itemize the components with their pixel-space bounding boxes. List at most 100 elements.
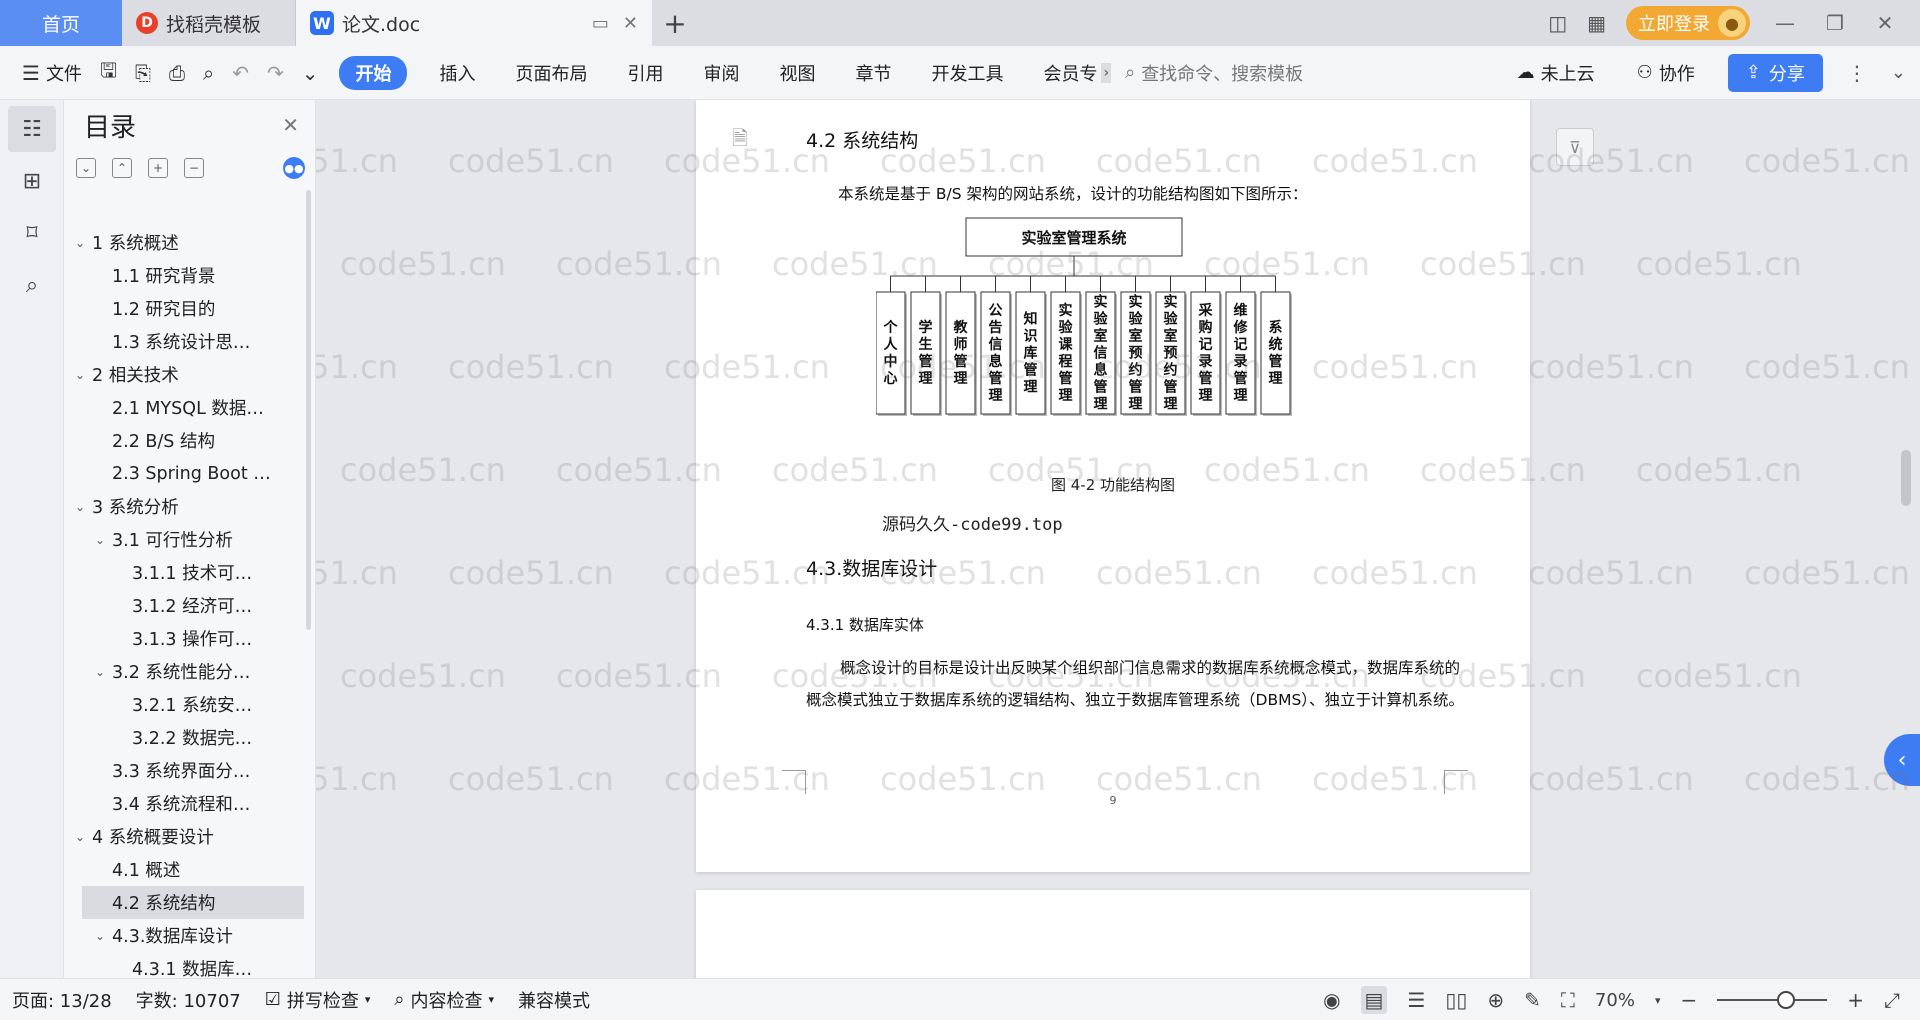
- pen-icon[interactable]: ✎: [1524, 988, 1541, 1012]
- toc-item[interactable]: 4.3.1 数据库…: [64, 952, 304, 978]
- fit-page-icon[interactable]: ⛶: [1561, 988, 1575, 1012]
- toc-item[interactable]: 4.1 概述: [64, 853, 304, 886]
- chevron-down-icon[interactable]: ▾: [1655, 994, 1661, 1007]
- toc-item[interactable]: 2.1 MYSQL 数据…: [64, 391, 304, 424]
- close-window-icon[interactable]: ✕: [1870, 11, 1900, 35]
- tab-float-icon[interactable]: ▭: [592, 13, 609, 34]
- file-menu[interactable]: ☰ 文件: [0, 46, 91, 100]
- toc-item[interactable]: ⌄ 1 系统概述: [64, 226, 304, 259]
- outline-view-icon[interactable]: ☰: [1407, 988, 1425, 1012]
- quick-access-dropdown[interactable]: ⌄: [293, 46, 328, 100]
- toc-item[interactable]: 3.2.2 数据完…: [64, 721, 304, 754]
- tab-view[interactable]: 视图: [759, 60, 835, 86]
- float-panel-button[interactable]: ⊽: [1556, 128, 1594, 166]
- minimize-icon[interactable]: —: [1770, 11, 1800, 35]
- tab-review[interactable]: 审阅: [683, 60, 759, 86]
- toc-panel-button[interactable]: ☷: [8, 106, 56, 152]
- eye-protect-icon[interactable]: ◉: [1323, 988, 1340, 1012]
- tab-page-layout[interactable]: 页面布局: [495, 60, 607, 86]
- chevron-down-icon[interactable]: ⌄: [72, 830, 88, 844]
- add-heading-icon[interactable]: +: [148, 158, 168, 178]
- vertical-scrollbar[interactable]: [1900, 100, 1912, 978]
- toc-item[interactable]: 2.3 Spring Boot …: [64, 457, 304, 490]
- toc-scrollbar[interactable]: [306, 190, 311, 630]
- toc-item[interactable]: 4.2 系统结构: [82, 886, 304, 919]
- chevron-down-icon[interactable]: ⌄: [72, 368, 88, 382]
- fullscreen-icon[interactable]: ⤢: [1884, 988, 1900, 1012]
- web-view-icon[interactable]: ⊕: [1487, 988, 1504, 1012]
- reading-view-icon[interactable]: ▯▯: [1445, 988, 1467, 1012]
- collapse-all-icon[interactable]: ⌄: [76, 158, 96, 178]
- cloud-status[interactable]: ☁ 未上云: [1508, 46, 1604, 100]
- find-button[interactable]: ⌕: [8, 262, 56, 308]
- page-options-icon[interactable]: 🗎: [732, 124, 748, 158]
- word-count[interactable]: 字数: 10707: [124, 987, 253, 1013]
- toc-item[interactable]: ⌄ 4 系统概要设计: [64, 820, 304, 853]
- remove-heading-icon[interactable]: −: [184, 158, 204, 178]
- share-button[interactable]: ⇪ 分享: [1727, 53, 1823, 92]
- zoom-out-icon[interactable]: −: [1680, 988, 1697, 1012]
- undo-button[interactable]: ↶: [223, 46, 258, 100]
- ai-assistant-icon[interactable]: ●●: [283, 157, 305, 179]
- page-view-icon[interactable]: ▤: [1360, 986, 1388, 1014]
- tab-start[interactable]: 开始: [339, 55, 408, 90]
- chevron-down-icon[interactable]: ⌄: [92, 665, 108, 679]
- chevron-down-icon[interactable]: ⌄: [72, 236, 88, 250]
- chevron-down-icon[interactable]: ⌄: [72, 500, 88, 514]
- print-button[interactable]: ⎙: [160, 46, 194, 100]
- tab-docer-templates[interactable]: D 找稻壳模板: [122, 0, 296, 46]
- command-search[interactable]: ⌕ 查找命令、搜索模板: [1111, 60, 1317, 86]
- tab-home[interactable]: 首页: [0, 0, 122, 46]
- expand-all-icon[interactable]: ⌃: [112, 158, 132, 178]
- chevron-down-icon[interactable]: ⌄: [92, 929, 108, 943]
- restore-icon[interactable]: ❐: [1820, 11, 1850, 35]
- chevron-down-icon[interactable]: ⌄: [92, 533, 108, 547]
- login-button[interactable]: 立即登录 ●: [1626, 6, 1750, 40]
- more-options-icon[interactable]: ⋮: [1847, 61, 1867, 85]
- zoom-level[interactable]: 70%: [1595, 990, 1635, 1011]
- new-tab-button[interactable]: +: [652, 0, 698, 46]
- tab-chapter[interactable]: 章节: [835, 60, 911, 86]
- zoom-slider[interactable]: [1717, 991, 1828, 1009]
- tab-insert[interactable]: 插入: [419, 60, 495, 86]
- toc-item[interactable]: 3.3 系统界面分…: [64, 754, 304, 787]
- tab-member[interactable]: 会员专: [1023, 60, 1101, 86]
- page-indicator[interactable]: 页面: 13/28: [0, 987, 124, 1013]
- toc-item[interactable]: 2.2 B/S 结构: [64, 424, 304, 457]
- apps-grid-icon[interactable]: ▦: [1587, 11, 1606, 35]
- tab-references[interactable]: 引用: [607, 60, 683, 86]
- toc-item[interactable]: 3.2.1 系统安…: [64, 688, 304, 721]
- bookmark-button[interactable]: ⌑: [8, 210, 56, 256]
- toc-item[interactable]: ⌄ 3.2 系统性能分…: [64, 655, 304, 688]
- print-preview-button[interactable]: ⌕: [194, 46, 223, 100]
- more-tabs-icon[interactable]: ›: [1101, 62, 1112, 83]
- scroll-thumb[interactable]: [1901, 450, 1911, 506]
- navigation-button[interactable]: ⊞: [8, 158, 56, 204]
- close-icon[interactable]: ✕: [282, 113, 299, 137]
- zoom-in-icon[interactable]: +: [1847, 988, 1864, 1012]
- toc-item[interactable]: 3.1.2 经济可…: [64, 589, 304, 622]
- export-button[interactable]: ⎘: [126, 46, 160, 100]
- tab-close-icon[interactable]: ✕: [623, 13, 638, 34]
- content-check[interactable]: ⌕ 内容检查 ▾: [382, 987, 506, 1013]
- save-button[interactable]: 🖫: [91, 46, 126, 100]
- toc-item[interactable]: 3.1.3 操作可…: [64, 622, 304, 655]
- tab-document[interactable]: W 论文.doc ▭ ✕: [296, 0, 652, 46]
- toc-item[interactable]: 3.1.1 技术可…: [64, 556, 304, 589]
- toc-item[interactable]: 3.4 系统流程和…: [64, 787, 304, 820]
- redo-button[interactable]: ↷: [258, 46, 293, 100]
- collapse-ribbon-icon[interactable]: ⌄: [1891, 62, 1906, 83]
- collab-button[interactable]: ⚇ 协作: [1628, 46, 1704, 100]
- toc-item[interactable]: ⌄ 3.1 可行性分析: [64, 523, 304, 556]
- status-bar: 页面: 13/28 字数: 10707 ☑ 拼写检查 ▾ ⌕ 内容检查 ▾ 兼容…: [0, 978, 1920, 1020]
- layout-toggle-icon[interactable]: ◫: [1548, 11, 1567, 35]
- toc-item[interactable]: ⌄ 4.3.数据库设计: [64, 919, 304, 952]
- tab-developer[interactable]: 开发工具: [911, 60, 1023, 86]
- zoom-slider-knob[interactable]: [1777, 991, 1796, 1009]
- toc-item[interactable]: 1.3 系统设计思…: [64, 325, 304, 358]
- toc-item[interactable]: ⌄ 3 系统分析: [64, 490, 304, 523]
- spell-check[interactable]: ☑ 拼写检查 ▾: [253, 987, 383, 1013]
- toc-item[interactable]: 1.2 研究目的: [64, 292, 304, 325]
- toc-item[interactable]: ⌄ 2 相关技术: [64, 358, 304, 391]
- toc-item[interactable]: 1.1 研究背景: [64, 259, 304, 292]
